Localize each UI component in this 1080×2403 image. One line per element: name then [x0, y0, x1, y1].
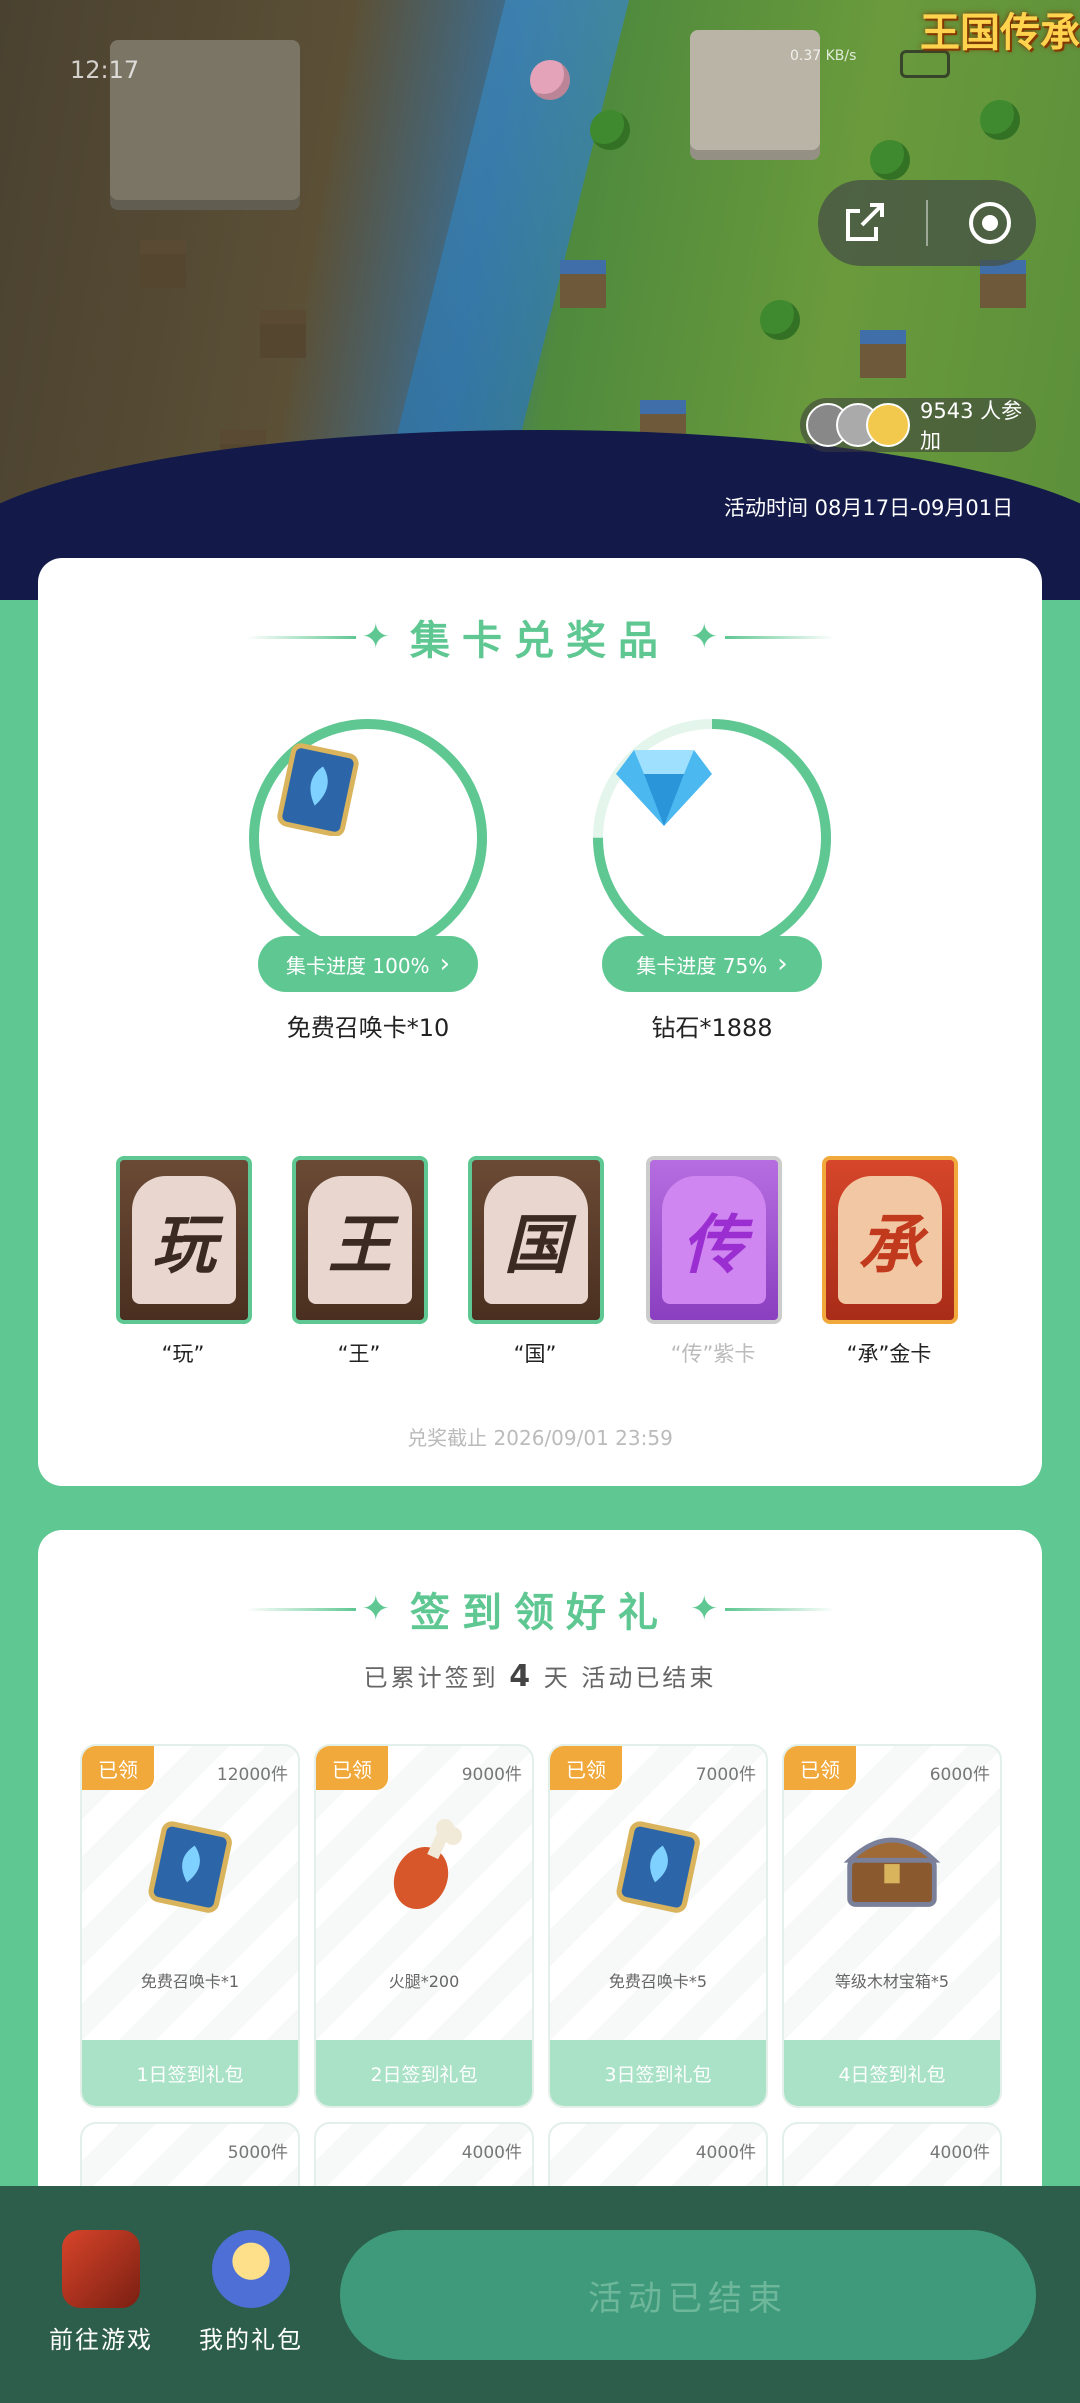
- house-art: [560, 260, 606, 308]
- close-mini-program-button[interactable]: [960, 193, 1020, 253]
- sparkle-icon: ✦: [361, 617, 391, 657]
- gift-day-2[interactable]: 已领 9000件 火腿*200 2日签到礼包: [314, 1744, 534, 2108]
- letter-card-chuan[interactable]: 传 “传”紫卡: [646, 1156, 782, 1368]
- go-to-game-button[interactable]: 前往游戏: [36, 2230, 166, 2355]
- tree-art: [870, 140, 910, 180]
- game-icon: [62, 2230, 140, 2308]
- stock-count: 4000件: [929, 2143, 990, 2163]
- house-art: [980, 260, 1026, 308]
- status-time: 12:17: [70, 56, 140, 84]
- summon-card-icon: [616, 1821, 700, 1913]
- share-icon: [846, 203, 884, 241]
- house-art: [860, 330, 906, 378]
- letter-card-cheng[interactable]: 承 “承”金卡: [822, 1156, 958, 1368]
- stock-count: 4000件: [695, 2143, 756, 2163]
- summon-card-icon: [277, 743, 359, 836]
- gift-day-4[interactable]: 已领 6000件 等级木材宝箱*5 4日签到礼包: [782, 1744, 1002, 2108]
- bottom-action-bar: 前往游戏 我的礼包 活动已结束: [0, 2186, 1080, 2403]
- summon-card-icon: [148, 1821, 232, 1913]
- signin-summary: 已累计签到 4 天 活动已结束: [363, 1659, 717, 1694]
- gift-avatar-icon: [212, 2230, 290, 2308]
- tree-art: [980, 100, 1020, 140]
- participant-avatars: [806, 403, 910, 447]
- claimed-tag: 已领: [316, 1746, 388, 1790]
- claimed-tag: 已领: [82, 1746, 154, 1790]
- collect-card-section: ✦ 集卡兑奖品 ✦ 集卡进度 100% › 免费召唤卡*10 集卡进度 75% …: [38, 558, 1042, 1486]
- sparkle-icon: ✦: [361, 1589, 391, 1629]
- progress-button[interactable]: 集卡进度 100% ›: [258, 936, 478, 992]
- sparkle-icon: ✦: [690, 1589, 719, 1629]
- tree-art: [760, 300, 800, 340]
- tree-art: [530, 60, 570, 100]
- capsule-divider: [926, 200, 928, 246]
- activity-time: 活动时间 08月17日-09月01日: [724, 496, 1014, 520]
- house-art: [140, 240, 186, 288]
- prize-name: 钻石*1888: [651, 1014, 773, 1042]
- ham-icon: [393, 1819, 462, 1910]
- treasure-chest-icon: [843, 1837, 941, 1907]
- prize-summon-card: 集卡进度 100% › 免费召唤卡*10: [248, 718, 488, 1042]
- signin-section: ✦ 签到领好礼 ✦ 已累计签到 4 天 活动已结束 已领 12000件 免费召唤卡*…: [38, 1530, 1042, 2250]
- stock-count: 9000件: [461, 1765, 522, 1785]
- game-logo: 王国传承: [920, 10, 1080, 56]
- my-gift-button[interactable]: 我的礼包: [186, 2230, 316, 2355]
- letter-card-guo[interactable]: 国 “国”: [468, 1156, 604, 1368]
- target-icon: [969, 202, 1011, 244]
- mini-program-capsule: [818, 180, 1036, 266]
- participants-badge: 9543 人参加: [800, 398, 1036, 453]
- chevron-right-icon: ›: [777, 949, 788, 979]
- stock-count: 4000件: [461, 2143, 522, 2163]
- redeem-deadline: 兑奖截止 2026/09/01 23:59: [407, 1426, 673, 1450]
- tree-art: [590, 110, 630, 150]
- prize-diamond: 集卡进度 75% › 钻石*1888: [592, 718, 832, 1042]
- gift-day-1[interactable]: 已领 12000件 免费召唤卡*1 1日签到礼包: [80, 1744, 300, 2108]
- letter-card-wang[interactable]: 王 “王”: [292, 1156, 428, 1368]
- stock-count: 6000件: [929, 1765, 990, 1785]
- claimed-tag: 已领: [784, 1746, 856, 1790]
- house-art: [260, 310, 306, 358]
- stock-count: 7000件: [695, 1765, 756, 1785]
- collect-section-title: ✦ 集卡兑奖品 ✦: [38, 608, 1042, 666]
- participants-count: 9543 人参加: [920, 399, 1023, 453]
- chevron-right-icon: ›: [439, 949, 450, 979]
- stock-count: 5000件: [227, 2143, 288, 2163]
- letter-card-wan[interactable]: 玩 “玩”: [116, 1156, 252, 1368]
- gift-day-3[interactable]: 已领 7000件 免费召唤卡*5 3日签到礼包: [548, 1744, 768, 2108]
- network-speed: 0.37 KB/s: [790, 48, 857, 64]
- share-button[interactable]: [834, 193, 894, 253]
- progress-button[interactable]: 集卡进度 75% ›: [602, 936, 822, 992]
- claimed-tag: 已领: [550, 1746, 622, 1790]
- stock-count: 12000件: [216, 1765, 288, 1785]
- signin-section-title: ✦ 签到领好礼 ✦: [38, 1580, 1042, 1638]
- activity-ended-button[interactable]: 活动已结束: [340, 2230, 1036, 2360]
- sparkle-icon: ✦: [690, 617, 719, 657]
- avatar: [866, 403, 910, 447]
- prize-name: 免费召唤卡*10: [286, 1014, 450, 1042]
- diamond-icon: [616, 750, 712, 826]
